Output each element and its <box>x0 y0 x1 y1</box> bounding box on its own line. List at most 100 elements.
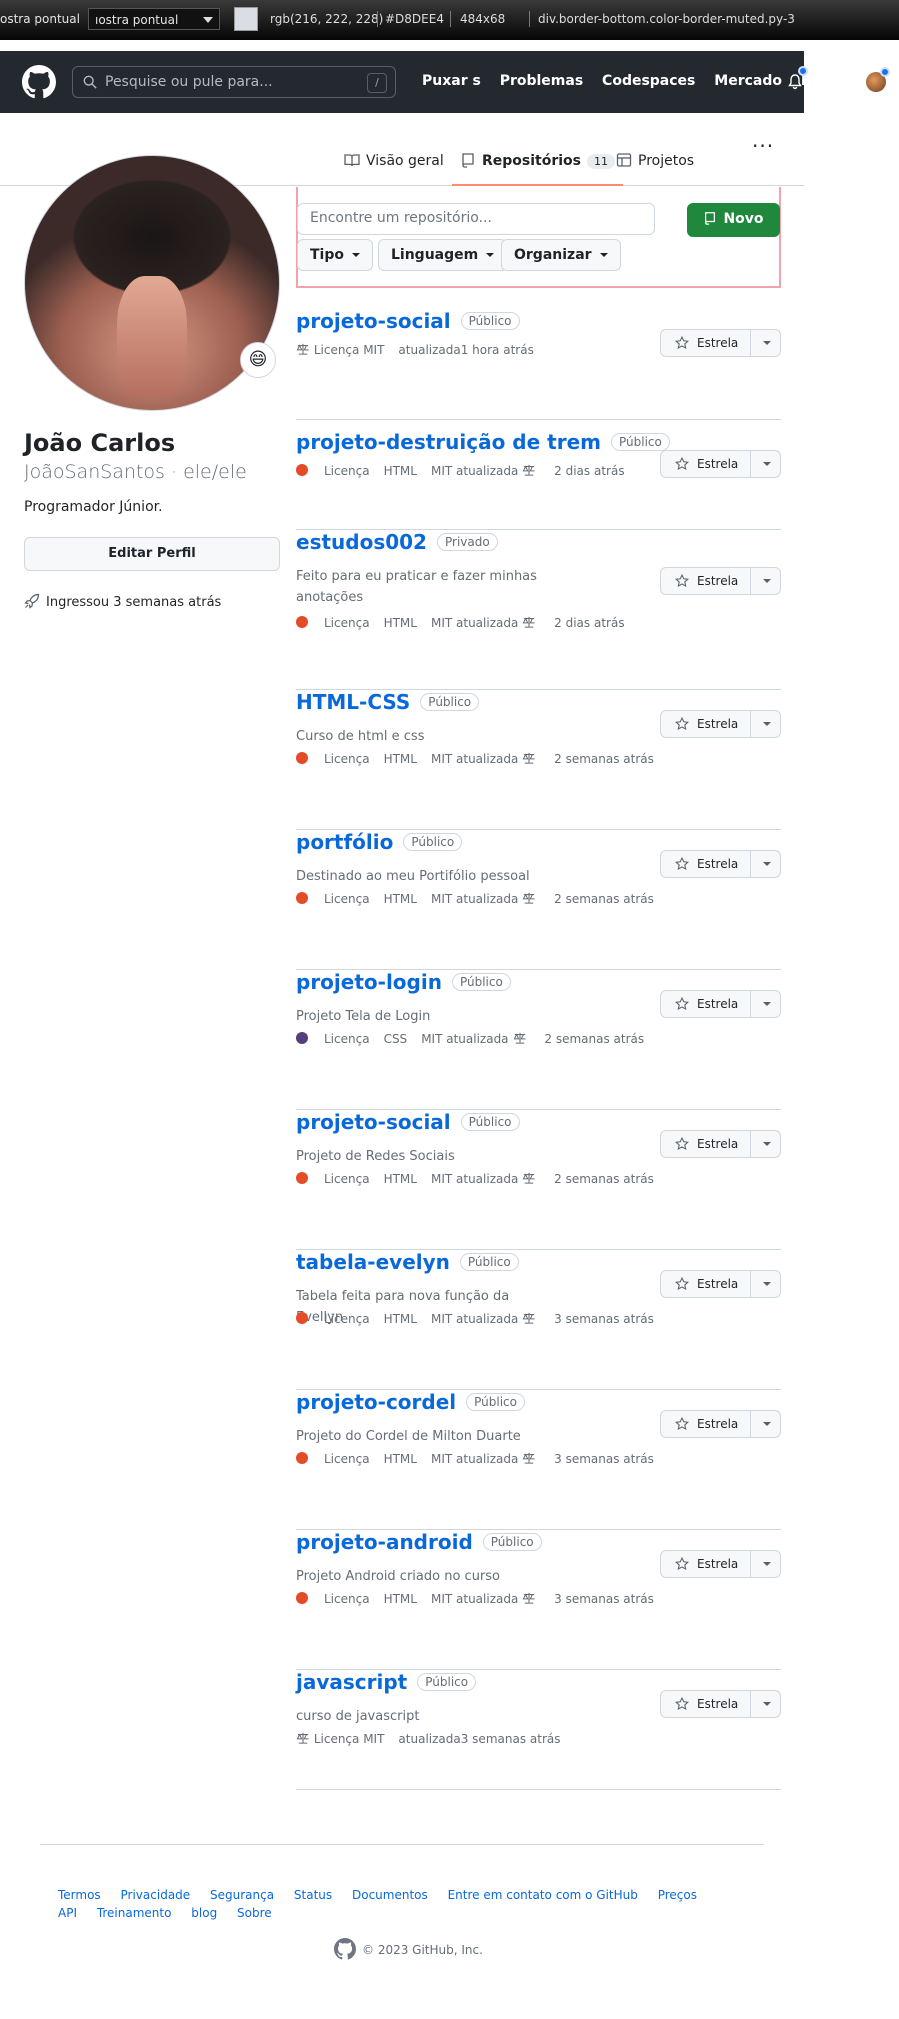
star-button-main[interactable]: Estrela <box>661 1411 751 1437</box>
divider <box>377 11 378 27</box>
chevron-down-icon[interactable] <box>763 862 771 866</box>
repo-language: HTML <box>383 1172 417 1186</box>
tab-overview[interactable]: Visão geral <box>344 152 444 186</box>
footer-link-contact[interactable]: Entre em contato com o GitHub <box>448 1888 638 1902</box>
repo-meta: Licença MIT atualizada3 semanas atrás <box>296 1732 574 1746</box>
site-header: Pesquise ou pule para... / Puxar s Probl… <box>0 51 867 113</box>
star-label: Estrela <box>697 336 739 350</box>
star-label: Estrela <box>697 1417 739 1431</box>
chevron-down-icon[interactable] <box>763 1142 771 1146</box>
devtools-mode-select[interactable]: ıostra pontual <box>88 8 220 30</box>
star-button[interactable]: Estrela <box>660 567 781 595</box>
footer-link-training[interactable]: Treinamento <box>97 1906 172 1920</box>
repo-name-link[interactable]: projeto-android <box>296 1530 473 1554</box>
footer-link-security[interactable]: Segurança <box>210 1888 274 1902</box>
tab-repositories[interactable]: Repositórios 11 <box>452 152 624 186</box>
star-icon <box>675 1277 689 1291</box>
repo-name-link[interactable]: projeto-login <box>296 970 442 994</box>
footer-link-api[interactable]: API <box>58 1906 77 1920</box>
search-input[interactable]: Pesquise ou pule para... / <box>72 66 396 98</box>
devtools-mode-value: ıostra pontual <box>95 13 179 27</box>
nav-pull-requests[interactable]: Puxar s <box>422 73 481 89</box>
repo-name-link[interactable]: estudos002 <box>296 530 427 554</box>
star-button[interactable]: Estrela <box>660 1410 781 1438</box>
chevron-down-icon[interactable] <box>763 1562 771 1566</box>
star-icon <box>675 457 689 471</box>
repo-name-link[interactable]: HTML-CSS <box>296 690 410 714</box>
chevron-down-icon[interactable] <box>763 1422 771 1426</box>
repo-updated: 2 semanas atrás <box>544 1032 645 1046</box>
star-button-main[interactable]: Estrela <box>661 1271 751 1297</box>
repo-name-link[interactable]: projeto-destruição de trem <box>296 430 601 454</box>
star-button[interactable]: Estrela <box>660 450 781 478</box>
more-options-icon[interactable]: ··· <box>752 134 774 158</box>
star-button-main[interactable]: Estrela <box>661 568 751 594</box>
tab-projects[interactable]: Projetos <box>616 152 694 186</box>
law-icon <box>296 1732 309 1744</box>
star-button-main[interactable]: Estrela <box>661 1691 751 1717</box>
chevron-down-icon[interactable] <box>763 1282 771 1286</box>
chevron-down-icon[interactable] <box>763 1702 771 1706</box>
find-repository-input[interactable]: Encontre um repositório... <box>297 203 655 235</box>
star-button-main[interactable]: Estrela <box>661 451 751 477</box>
star-label: Estrela <box>697 1277 739 1291</box>
repo-name-link[interactable]: projeto-social <box>296 1110 451 1134</box>
repo-meta: Licença HTML MIT atualizada 2 semanas atrá… <box>296 1172 668 1186</box>
language-filter-button[interactable]: Linguagem <box>378 239 508 271</box>
nav-explore[interactable]: Explorar <box>801 73 867 89</box>
sort-filter-button[interactable]: Organizar <box>501 239 621 271</box>
github-logo-icon[interactable] <box>22 65 56 99</box>
footer-link-docs[interactable]: Documentos <box>352 1888 428 1902</box>
nav-codespaces[interactable]: Codespaces <box>602 73 695 89</box>
status-emoji-button[interactable]: 😄 <box>240 342 276 378</box>
edit-profile-button[interactable]: Editar Perfil <box>24 537 280 571</box>
repo-mit-updated: MIT atualizada <box>430 892 519 906</box>
repo-name-link[interactable]: projeto-cordel <box>296 1390 456 1414</box>
chevron-down-icon[interactable] <box>763 341 771 345</box>
star-button[interactable]: Estrela <box>660 1270 781 1298</box>
star-button[interactable]: Estrela <box>660 329 781 357</box>
repo-language: HTML <box>383 1452 417 1466</box>
repo-name-link[interactable]: tabela-evelyn <box>296 1250 450 1274</box>
repo-language: HTML <box>383 616 417 630</box>
profile-name: João Carlos <box>24 429 176 457</box>
type-filter-button[interactable]: Tipo <box>297 239 373 271</box>
star-button-main[interactable]: Estrela <box>661 1131 751 1157</box>
star-button[interactable]: Estrela <box>660 850 781 878</box>
footer-link-blog[interactable]: blog <box>191 1906 217 1920</box>
footer-link-privacy[interactable]: Privacidade <box>121 1888 191 1902</box>
repo-name-link[interactable]: projeto-social <box>296 309 451 333</box>
star-button-main[interactable]: Estrela <box>661 991 751 1017</box>
chevron-down-icon[interactable] <box>763 1002 771 1006</box>
star-button-main[interactable]: Estrela <box>661 711 751 737</box>
repo-description: Projeto Tela de Login <box>296 1009 431 1024</box>
new-repository-button[interactable]: Novo <box>687 203 780 237</box>
repo-mit-updated: MIT atualizada <box>430 464 519 478</box>
footer-link-terms[interactable]: Termos <box>58 1888 101 1902</box>
footer-link-pricing[interactable]: Preços <box>658 1888 697 1902</box>
github-logo-icon[interactable] <box>334 1938 356 1960</box>
chevron-down-icon[interactable] <box>763 722 771 726</box>
repo-name-link[interactable]: portfólio <box>296 830 393 854</box>
footer-link-about[interactable]: Sobre <box>237 1906 272 1920</box>
star-button[interactable]: Estrela <box>660 710 781 738</box>
nav-issues[interactable]: Problemas <box>500 73 583 89</box>
star-button-main[interactable]: Estrela <box>661 851 751 877</box>
bell-icon[interactable] <box>788 74 802 90</box>
star-button[interactable]: Estrela <box>660 1550 781 1578</box>
repo-description: Projeto do Cordel de Milton Duarte <box>296 1429 521 1444</box>
repo-description: Projeto Android criado no curso <box>296 1569 501 1584</box>
star-button[interactable]: Estrela <box>660 1690 781 1718</box>
repo-title: projeto-social Público <box>296 309 520 333</box>
chevron-down-icon[interactable] <box>763 462 771 466</box>
star-button[interactable]: Estrela <box>660 990 781 1018</box>
star-label: Estrela <box>697 717 739 731</box>
footer-link-status[interactable]: Status <box>294 1888 332 1902</box>
nav-marketplace[interactable]: Mercado <box>714 73 782 89</box>
star-button-main[interactable]: Estrela <box>661 1551 751 1577</box>
star-button-main[interactable]: Estrela <box>661 330 751 356</box>
repo-license: Licença <box>324 1172 370 1186</box>
star-button[interactable]: Estrela <box>660 1130 781 1158</box>
chevron-down-icon[interactable] <box>763 579 771 583</box>
repo-name-link[interactable]: javascript <box>296 1670 407 1694</box>
